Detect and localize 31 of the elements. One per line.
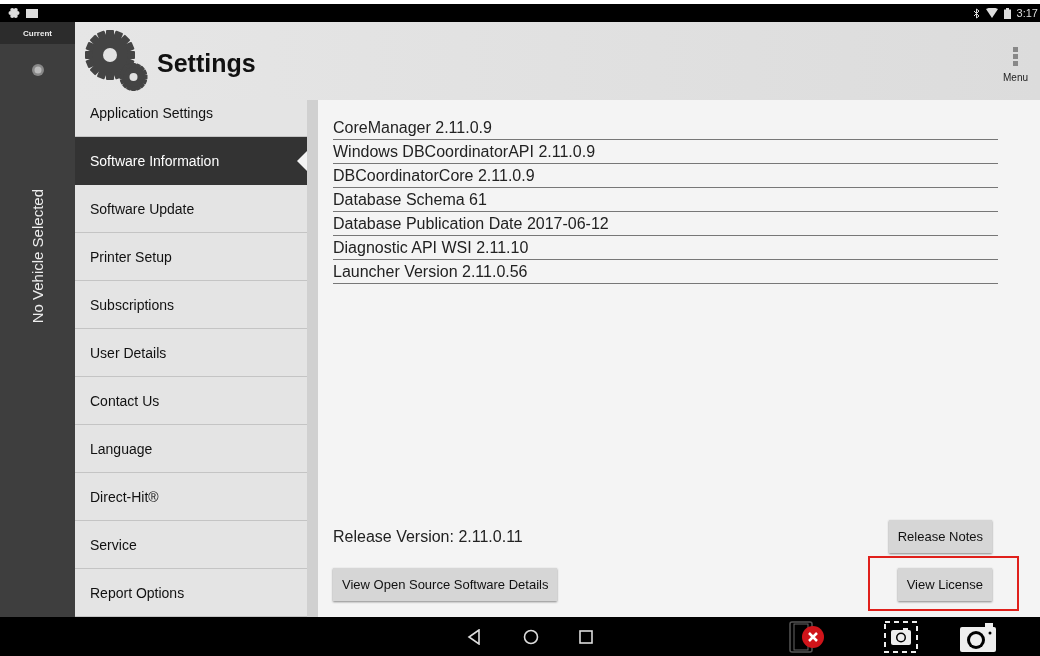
battery-icon <box>1003 7 1011 19</box>
menu-button[interactable]: Menu <box>1003 47 1028 83</box>
bluetooth-icon <box>972 7 980 19</box>
flower-icon <box>8 7 20 19</box>
version-row: Database Publication Date 2017-06-12 <box>333 212 998 236</box>
version-row: CoreManager 2.11.0.9 <box>333 116 998 140</box>
status-time: 3:17 <box>1016 7 1039 19</box>
recents-icon[interactable] <box>579 629 593 644</box>
view-license-button[interactable]: View License <box>897 568 992 601</box>
version-row: Windows DBCoordinatorAPI 2.11.0.9 <box>333 140 998 164</box>
current-tab[interactable]: Current <box>0 22 75 44</box>
version-row: Launcher Version 2.11.0.56 <box>333 260 998 284</box>
camera-icon[interactable] <box>959 621 997 652</box>
back-icon[interactable] <box>467 628 481 645</box>
vehicle-status: No Vehicle Selected <box>29 189 46 324</box>
wifi-icon <box>985 8 998 18</box>
release-notes-button[interactable]: Release Notes <box>888 520 992 553</box>
vehicle-badge-icon <box>31 64 44 76</box>
image-icon <box>26 8 38 18</box>
version-row: Database Schema 61 <box>333 188 998 212</box>
home-icon[interactable] <box>523 628 539 645</box>
release-version: Release Version: 2.11.0.11 <box>333 527 524 546</box>
screenshot-icon[interactable] <box>883 619 919 654</box>
gears-icon <box>85 30 149 92</box>
version-row: Diagnostic API WSI 2.11.10 <box>333 236 998 260</box>
menu-icon <box>1013 47 1018 66</box>
tablet-error-icon[interactable] <box>788 619 826 654</box>
sidebar-item[interactable]: Software Information <box>75 137 307 185</box>
version-row: DBCoordinatorCore 2.11.0.9 <box>333 164 998 188</box>
page-title: Settings <box>157 48 256 78</box>
open-source-button[interactable]: View Open Source Software Details <box>333 568 558 601</box>
